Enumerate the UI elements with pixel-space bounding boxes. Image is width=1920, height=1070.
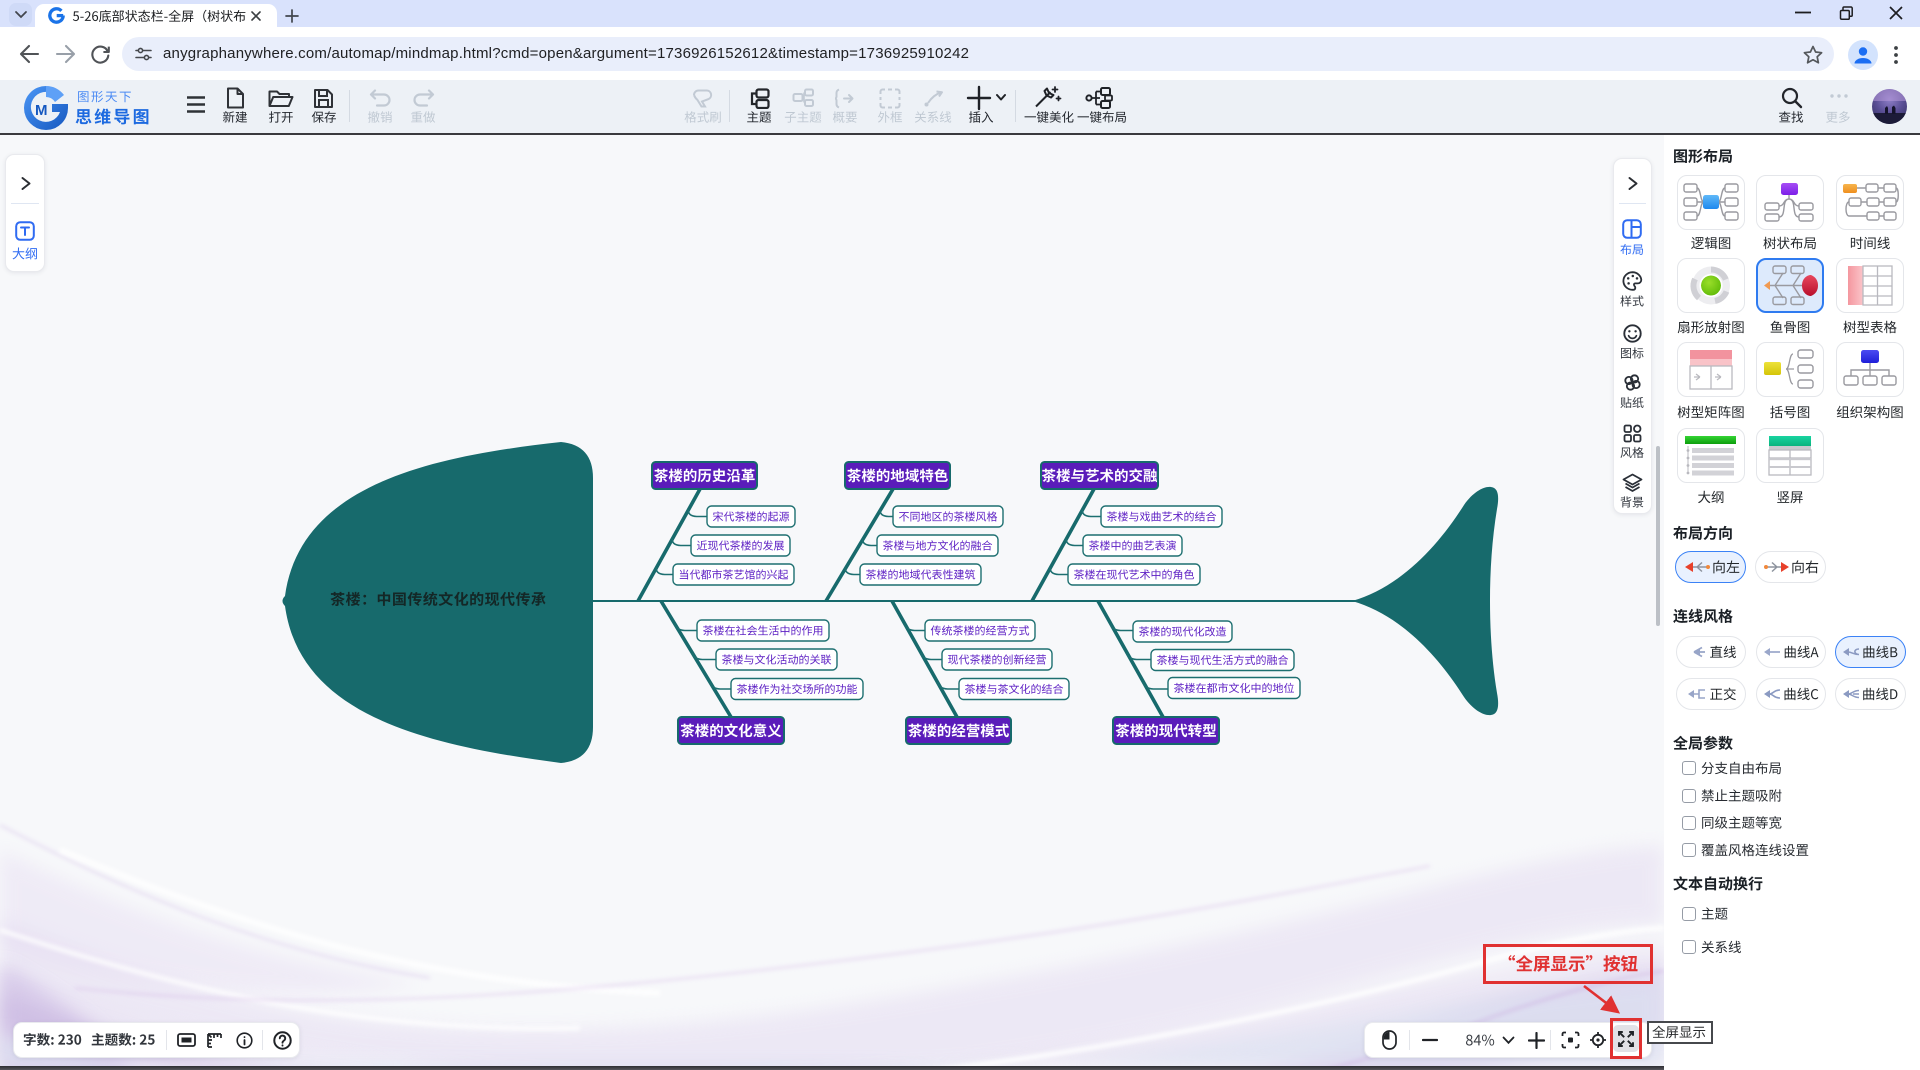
svg-text:M: M [35,102,48,119]
